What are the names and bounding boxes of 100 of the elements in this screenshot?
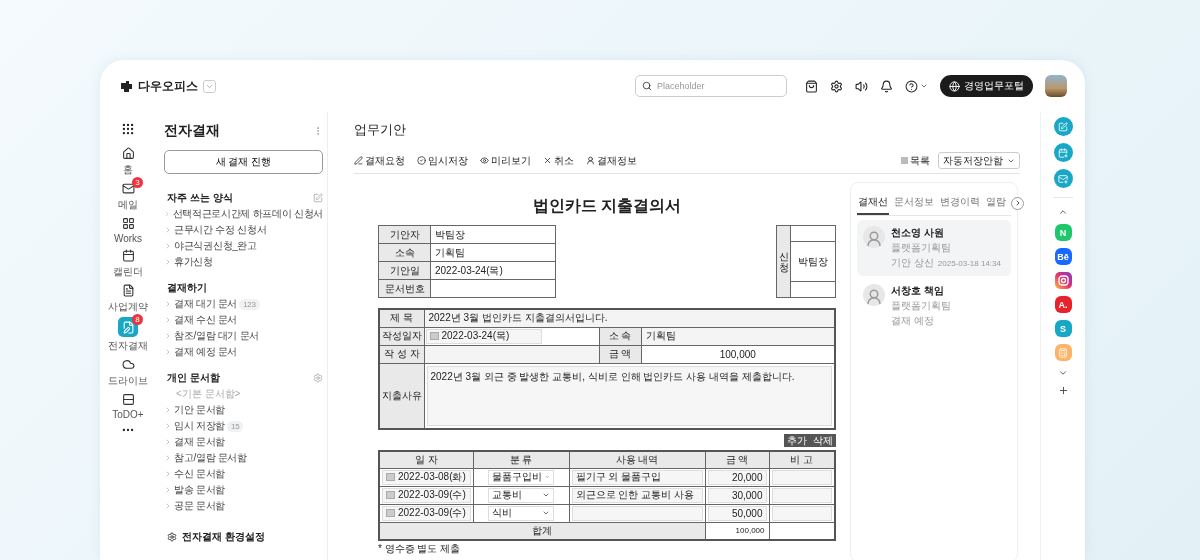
sidebar-item[interactable]: 근무시간 수정 신청서	[164, 222, 323, 238]
reason-field[interactable]: 2022년 3월 외근 중 발생한 교통비, 식비로 인해 법인카드 사용 내역을 제출합니다.	[426, 365, 832, 426]
sidebar-item[interactable]: 휴가신청	[164, 254, 323, 270]
panel-tab[interactable]: 문서정보	[893, 191, 935, 215]
settings-icon[interactable]	[830, 79, 843, 93]
chevron-up-icon[interactable]	[1058, 207, 1068, 217]
description-field[interactable]: 필기구 외 물품구입	[571, 469, 703, 485]
nav-item[interactable]: 메일 3	[102, 180, 154, 212]
toolbar-button[interactable]: 임시저장	[417, 153, 468, 168]
sidebar-item[interactable]: 참조/열람 대기 문서	[164, 328, 323, 344]
section-title: 결재하기	[167, 281, 207, 295]
toolbar-button[interactable]: 결재정보	[586, 153, 637, 168]
panel-tab[interactable]: 변경이력	[939, 191, 981, 215]
chevron-down-icon[interactable]	[920, 82, 928, 90]
chevron-down-icon	[541, 509, 550, 517]
pencil-icon	[1058, 121, 1068, 132]
note-field[interactable]	[771, 469, 832, 485]
calculator-icon	[1058, 347, 1068, 358]
column-header: 비 고	[769, 451, 835, 468]
nav-item[interactable]: 홈	[102, 145, 154, 177]
nav-item[interactable]: 캘린더	[102, 247, 154, 279]
nav-item[interactable]: 드라이브	[102, 356, 154, 388]
help-icon[interactable]	[905, 79, 918, 93]
stamp-cell	[790, 225, 836, 242]
calendar-icon	[386, 509, 395, 517]
toolbar-button[interactable]: 취소	[543, 153, 574, 168]
sidebar-item[interactable]: 발송 문서함	[164, 482, 323, 498]
row-button[interactable]: 추가	[784, 434, 810, 447]
list-button[interactable]: 목록	[901, 153, 930, 168]
app-icon[interactable]: A.	[1054, 296, 1072, 313]
speaker-icon[interactable]	[855, 79, 868, 93]
nav-item[interactable]: Works	[102, 215, 154, 244]
sidebar-item[interactable]: 수신 문서함	[164, 466, 323, 482]
mail-add-button[interactable]	[1053, 169, 1073, 188]
nav-item[interactable]: ToDO+	[102, 391, 154, 420]
chevron-down-icon	[545, 473, 550, 481]
sidebar-item[interactable]: 야근식권신청_완고	[164, 238, 323, 254]
calendar-icon	[121, 248, 135, 262]
autosave-dropdown[interactable]: 자동저장안함	[938, 152, 1020, 169]
new-approval-button[interactable]: 새 결재 진행	[164, 150, 323, 174]
add-icon[interactable]	[1057, 385, 1069, 396]
date-field[interactable]: 2022-03-24(목)	[425, 328, 543, 344]
settings-link[interactable]: 전자결재 환경설정	[164, 530, 323, 544]
app-icon[interactable]: Bē	[1054, 248, 1072, 265]
sidebar-item[interactable]: 결재 수신 문서	[164, 312, 323, 328]
category-dropdown[interactable]: 교통비	[488, 487, 554, 503]
write-button[interactable]	[1053, 117, 1073, 136]
amount-field[interactable]: 50,000	[707, 505, 767, 521]
home-icon	[121, 146, 135, 160]
approver-card[interactable]: 서창호 책임 플랫폼기획팀 결재 예정	[857, 278, 1011, 334]
description-field[interactable]	[571, 505, 703, 521]
note-field[interactable]	[771, 505, 832, 521]
timestamp: 2025-03-18 14:34	[937, 259, 1001, 268]
row-button[interactable]: 삭제	[810, 434, 836, 447]
amount-field[interactable]: 30,000	[707, 487, 767, 503]
bell-icon[interactable]	[880, 79, 893, 93]
subject-field[interactable]: 2022년 3월 법인카드 지출결의서입니다.	[424, 309, 835, 327]
sidebar-item[interactable]: 결재 예정 문서	[164, 344, 323, 360]
sidebar-item[interactable]: 결재 대기 문서 123	[164, 296, 323, 312]
approver-card[interactable]: 천소영 사원 플랫폼기획팀 기안 상신 2025-03-18 14:34	[857, 220, 1011, 276]
amount-field[interactable]: 20,000	[707, 469, 767, 485]
column-header: 사용 내역	[569, 451, 705, 468]
toolbar-button[interactable]: 미리보기	[480, 153, 531, 168]
sidebar-item[interactable]: 결재 문서함	[164, 434, 323, 450]
description-field[interactable]: 외근으로 인한 교통비 사용	[571, 487, 703, 503]
next-button[interactable]	[1011, 196, 1024, 210]
apps-grid-icon[interactable]	[121, 122, 135, 136]
globe-icon	[949, 80, 960, 92]
column-header: 분 류	[473, 451, 569, 468]
calendar-icon	[429, 332, 439, 340]
date-field[interactable]: 2022-03-09(수)	[382, 487, 471, 503]
search-field[interactable]: Placeholder	[635, 75, 787, 97]
page-title: 업무기안	[354, 121, 407, 139]
category-dropdown[interactable]: 물품구입비	[488, 469, 554, 485]
nav-item[interactable]: 사업계약	[102, 282, 154, 314]
bag-icon[interactable]	[805, 79, 818, 93]
panel-tab[interactable]: 결재선	[857, 191, 889, 215]
calculator-app-button[interactable]	[1054, 344, 1072, 361]
date-field[interactable]: 2022-03-08(화)	[382, 469, 471, 485]
sidebar-item[interactable]: 공문 문서함	[164, 498, 323, 514]
calendar-icon	[386, 491, 395, 499]
dropdown-button[interactable]	[203, 79, 216, 93]
note-field[interactable]	[771, 487, 832, 503]
person-icon	[586, 156, 595, 165]
nav-item[interactable]: 전자결재 8	[102, 317, 154, 353]
panel-tab[interactable]: 열람	[985, 191, 1007, 215]
portal-button[interactable]: 경영업무포털	[940, 75, 1033, 97]
chevron-down-icon[interactable]	[1058, 368, 1068, 378]
toolbar-button[interactable]: 결재요청	[354, 153, 405, 168]
sidebar-item[interactable]: 참고/열람 문서함	[164, 450, 323, 466]
date-field[interactable]: 2022-03-09(수)	[382, 505, 471, 521]
sidebar-item[interactable]: 임시 저장함 15	[164, 418, 323, 434]
category-dropdown[interactable]: 식비	[488, 505, 554, 521]
sidebar-item[interactable]: 기안 문서함	[164, 402, 323, 418]
photo-placeholder[interactable]	[1045, 75, 1067, 97]
approval-label-cell: 신청	[776, 225, 791, 298]
sidebar-item[interactable]: 선택적근로시간제 하프데이 신청서	[164, 206, 323, 222]
camera-app-icon[interactable]	[1054, 272, 1072, 289]
team-name: 플랫폼기획팀	[891, 299, 951, 313]
calendar-add-button[interactable]	[1053, 143, 1073, 162]
